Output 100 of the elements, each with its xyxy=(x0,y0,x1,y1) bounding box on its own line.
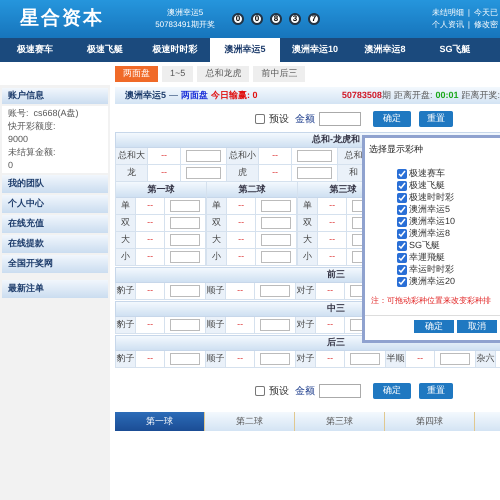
bet-input[interactable] xyxy=(260,285,290,297)
reset-button[interactable]: 重置 xyxy=(419,111,453,127)
bet-label: 杂六 xyxy=(476,351,496,367)
header-link[interactable]: 个人资讯 xyxy=(432,19,464,31)
option-label: 极速飞艇 xyxy=(409,178,445,192)
nav-tab[interactable]: 极速赛车 xyxy=(0,38,70,62)
bet-label: 龙 xyxy=(116,165,148,181)
odds-cell: -- xyxy=(136,215,166,231)
bet-input[interactable] xyxy=(261,234,292,246)
bet-input[interactable] xyxy=(260,319,290,331)
option-label: SG飞艇 xyxy=(409,238,440,252)
sidebar-menu-item[interactable]: 在线充值 xyxy=(2,215,108,233)
bet-input[interactable] xyxy=(261,217,292,229)
checkbox[interactable] xyxy=(397,180,407,190)
sub-tab[interactable]: 前中后三 xyxy=(253,66,306,82)
checkbox[interactable] xyxy=(397,204,407,214)
odds-cell: -- xyxy=(148,165,182,181)
odds-cell: -- xyxy=(406,351,436,367)
bet-label: 大 xyxy=(298,232,318,248)
sidebar-menu-item[interactable]: 全国开奖网 xyxy=(2,255,108,273)
nav-tab[interactable]: 澳洲幸运10 xyxy=(280,38,350,62)
dialog-title: 选择显示彩种 xyxy=(368,143,424,156)
bet-label: 总和大 xyxy=(116,148,148,164)
bet-label: 顺子 xyxy=(206,283,226,299)
odds-cell: -- xyxy=(258,148,292,164)
ball-tab[interactable]: 第四球 xyxy=(385,412,475,431)
checkbox[interactable] xyxy=(397,168,407,178)
checkbox[interactable] xyxy=(397,252,407,262)
bet-label: 单 xyxy=(116,198,136,214)
bet-input[interactable] xyxy=(261,200,292,212)
link-separator: | xyxy=(468,19,470,31)
ball-tab[interactable]: 第一球 xyxy=(115,412,205,431)
header-link[interactable]: 未结明细 xyxy=(432,7,464,19)
header-link[interactable]: 今天已 xyxy=(474,7,498,19)
sub-tab[interactable]: 总和龙虎 xyxy=(197,66,250,82)
nav-tab[interactable]: 极速飞艇 xyxy=(70,38,140,62)
amount-input[interactable] xyxy=(319,112,361,126)
bet-label: 顺子 xyxy=(206,317,226,333)
bet-input[interactable] xyxy=(170,251,200,263)
bet-input[interactable] xyxy=(186,150,222,162)
checkbox[interactable] xyxy=(397,240,407,250)
bet-label: 双 xyxy=(116,215,136,231)
game-name: 澳洲幸运5 xyxy=(125,88,166,102)
bet-input[interactable] xyxy=(440,353,470,365)
confirm-button[interactable]: 确定 xyxy=(373,111,411,127)
bet-label: 半顺 xyxy=(386,351,406,367)
ball-tab[interactable]: 第三球 xyxy=(295,412,385,431)
section-title: 第二球 xyxy=(238,182,266,196)
confirm-button[interactable]: 确定 xyxy=(414,320,454,333)
option-label: 澳洲幸运5 xyxy=(409,202,450,216)
nav-tab[interactable]: 极速时时彩 xyxy=(140,38,210,62)
nav-tab[interactable]: 澳洲幸运8 xyxy=(350,38,420,62)
bet-input[interactable] xyxy=(170,217,200,229)
sidebar-menu-item[interactable]: 最新注单 xyxy=(2,280,108,298)
bet-label: 豹子 xyxy=(116,351,136,367)
bet-input[interactable] xyxy=(297,167,332,179)
option-label: 极速时时彩 xyxy=(409,190,454,204)
section-title: 第一球 xyxy=(148,182,174,196)
odds-cell: -- xyxy=(318,232,348,248)
bet-input[interactable] xyxy=(186,167,222,179)
confirm-button[interactable]: 确定 xyxy=(373,383,411,399)
odds-cell: -- xyxy=(316,283,346,299)
header-link[interactable]: 修改密 xyxy=(474,19,498,31)
odds-cell: -- xyxy=(148,148,182,164)
sidebar-menu-item[interactable]: 在线提款 xyxy=(2,235,108,253)
checkbox[interactable] xyxy=(255,386,265,396)
logo-text: 星合资本 xyxy=(20,6,105,31)
bet-input[interactable] xyxy=(297,150,332,162)
checkbox[interactable] xyxy=(397,216,407,226)
bet-input[interactable] xyxy=(170,319,200,331)
checkbox[interactable] xyxy=(397,228,407,238)
sidebar-menu-item[interactable]: 个人中心 xyxy=(2,195,108,213)
sidebar-menu-item[interactable]: 我的团队 xyxy=(2,175,108,193)
bet-input[interactable] xyxy=(170,234,200,246)
checkbox[interactable] xyxy=(397,276,407,286)
ball-tab[interactable]: 第二球 xyxy=(205,412,295,431)
account-line: 9000 xyxy=(8,133,30,146)
odds-cell: -- xyxy=(318,215,348,231)
bet-input[interactable] xyxy=(170,285,200,297)
checkbox[interactable] xyxy=(397,264,407,274)
section-title: 第三球 xyxy=(330,182,356,196)
account-line: 快开彩额度: xyxy=(8,120,57,133)
odds-cell: -- xyxy=(136,317,166,333)
draw-game: 澳洲幸运5 xyxy=(166,7,204,19)
amount-input[interactable] xyxy=(319,384,361,398)
cancel-button[interactable]: 取消 xyxy=(457,320,497,333)
bet-input[interactable] xyxy=(170,200,200,212)
bet-input[interactable] xyxy=(350,353,380,365)
checkbox[interactable] xyxy=(397,192,407,202)
bet-input[interactable] xyxy=(261,251,292,263)
bet-input[interactable] xyxy=(170,353,200,365)
mode-link[interactable]: 两面盘 xyxy=(181,88,208,102)
nav-tab[interactable]: SG飞艇 xyxy=(420,38,490,62)
amount-label: 金额 xyxy=(295,384,315,398)
bet-label: 豹子 xyxy=(116,283,136,299)
reset-button[interactable]: 重置 xyxy=(419,383,453,399)
nav-tab[interactable]: 澳洲幸运5 xyxy=(210,38,280,62)
sub-tab[interactable]: 1~5 xyxy=(162,66,194,82)
bet-input[interactable] xyxy=(260,353,290,365)
checkbox[interactable] xyxy=(255,114,265,124)
